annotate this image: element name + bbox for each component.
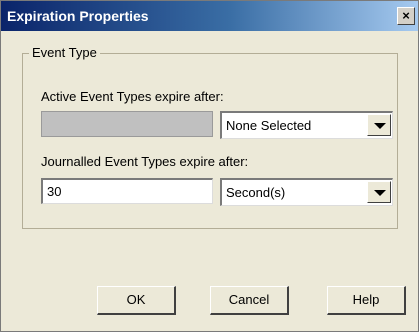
- event-type-legend: Event Type: [29, 45, 100, 60]
- expiration-properties-dialog: Expiration Properties × Event Type Activ…: [0, 0, 419, 332]
- active-expire-label: Active Event Types expire after:: [41, 89, 224, 104]
- active-expire-value-field: [41, 111, 213, 137]
- journalled-expire-label: Journalled Event Types expire after:: [41, 154, 249, 169]
- journalled-expire-unit-select[interactable]: Second(s): [220, 178, 393, 206]
- cancel-button[interactable]: Cancel: [210, 286, 289, 315]
- active-expire-unit-value: None Selected: [226, 118, 312, 133]
- chevron-down-icon[interactable]: [367, 181, 391, 203]
- window-title: Expiration Properties: [7, 8, 149, 24]
- close-icon: ×: [402, 8, 410, 23]
- close-button[interactable]: ×: [397, 7, 415, 25]
- journalled-expire-value-field[interactable]: 30: [41, 178, 213, 204]
- chevron-down-icon[interactable]: [367, 114, 391, 136]
- ok-button[interactable]: OK: [97, 286, 176, 315]
- journalled-expire-unit-value: Second(s): [226, 185, 286, 200]
- help-button[interactable]: Help: [327, 286, 406, 315]
- active-expire-unit-select[interactable]: None Selected: [220, 111, 393, 139]
- title-bar[interactable]: Expiration Properties ×: [1, 1, 418, 31]
